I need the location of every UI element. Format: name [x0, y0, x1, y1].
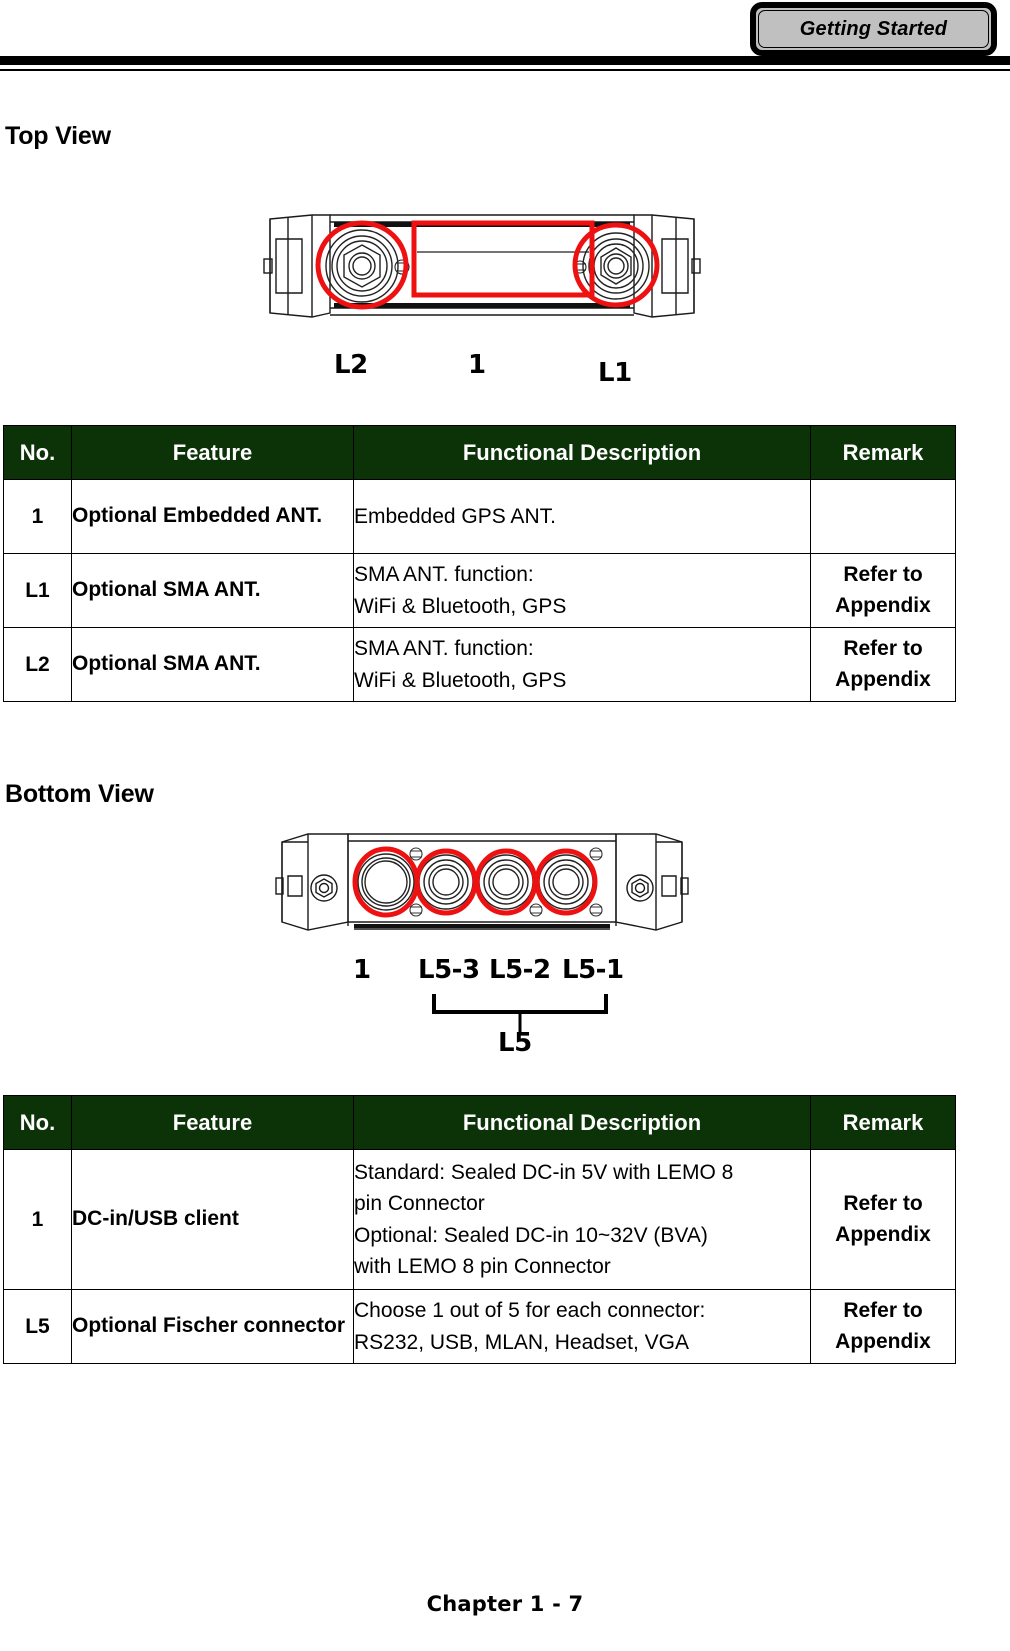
description-line: Standard: Sealed DC-in 5V with LEMO 8 [354, 1160, 734, 1184]
remark-line: Refer to [843, 1299, 923, 1323]
row-feature: Optional SMA ANT. [71, 627, 354, 702]
top-view-device-drawing [263, 214, 701, 318]
description-line: SMA ANT. function: [354, 563, 534, 586]
top-view-heading: Top View [5, 122, 111, 150]
row-no: 1 [3, 479, 72, 554]
bottom-view-callout-l5-2: L5-2 [489, 955, 551, 985]
table-header-row: No. Feature Functional Description Remar… [3, 1095, 956, 1150]
row-no: L2 [3, 627, 72, 702]
bottom-view-callout-l5-1: L5-1 [562, 955, 624, 985]
remark-line: Appendix [835, 1329, 931, 1353]
description-line: Embedded GPS ANT. [354, 504, 556, 528]
bottom-view-heading: Bottom View [5, 780, 154, 808]
column-header-remark: Remark [810, 425, 956, 480]
description-line: Optional: Sealed DC-in 10~32V (BVA) [354, 1223, 708, 1247]
column-header-no: No. [3, 1095, 72, 1150]
row-remark [810, 479, 956, 554]
remark-line: Refer to [843, 563, 923, 587]
row-remark: Refer to Appendix [810, 553, 956, 628]
remark-line: Appendix [835, 593, 931, 617]
row-feature: DC-in/USB client [71, 1149, 354, 1290]
column-header-description: Functional Description [353, 425, 811, 480]
row-remark: Refer to Appendix [810, 1289, 956, 1364]
row-feature: Optional Embedded ANT. [71, 479, 354, 554]
column-header-no: No. [3, 425, 72, 480]
remark-line: Appendix [835, 667, 931, 691]
table-header-row: No. Feature Functional Description Remar… [3, 425, 956, 480]
row-description: Standard: Sealed DC-in 5V with LEMO 8 pi… [353, 1149, 811, 1290]
chapter-tab-label: Getting Started [799, 17, 948, 40]
top-view-callout-l2: L2 [334, 350, 368, 380]
row-no: L1 [3, 553, 72, 628]
chapter-tab: Getting Started [750, 2, 997, 56]
top-view-spec-table: No. Feature Functional Description Remar… [3, 425, 956, 702]
page-footer: Chapter 1 - 7 [426, 1592, 584, 1616]
table-row: L2 Optional SMA ANT. SMA ANT. function: … [3, 627, 956, 702]
row-description: SMA ANT. function: WiFi & Bluetooth, GPS [353, 627, 811, 702]
table-row: 1 Optional Embedded ANT. Embedded GPS AN… [3, 479, 956, 554]
remark-line: Refer to [843, 637, 923, 661]
row-feature: Optional SMA ANT. [71, 553, 354, 628]
bottom-view-callout-l5-3: L5-3 [418, 955, 480, 985]
table-row: L1 Optional SMA ANT. SMA ANT. function: … [3, 553, 956, 628]
bottom-view-device-drawing [275, 833, 689, 931]
top-view-callout-1: 1 [468, 350, 486, 380]
row-remark: Refer to Appendix [810, 1149, 956, 1290]
description-line: RS232, USB, MLAN, Headset, VGA [354, 1330, 689, 1354]
column-header-feature: Feature [71, 1095, 354, 1150]
description-line: Choose 1 out of 5 for each connector: [354, 1299, 706, 1322]
column-header-feature: Feature [71, 425, 354, 480]
top-view-callout-l1: L1 [598, 358, 632, 388]
description-line: SMA ANT. function: [354, 637, 534, 660]
table-row: L5 Optional Fischer connector Choose 1 o… [3, 1289, 956, 1364]
description-line: pin Connector [354, 1192, 485, 1215]
description-line: with LEMO 8 pin Connector [354, 1255, 611, 1278]
description-line: WiFi & Bluetooth, GPS [354, 594, 567, 618]
column-header-remark: Remark [810, 1095, 956, 1150]
bottom-view-bracket-label-l5: L5 [498, 1028, 532, 1058]
row-description: Choose 1 out of 5 for each connector: RS… [353, 1289, 811, 1364]
bottom-view-spec-table: No. Feature Functional Description Remar… [3, 1095, 956, 1364]
bottom-view-callout-1: 1 [353, 955, 371, 985]
header-rule-thin [0, 69, 1010, 71]
row-description: SMA ANT. function: WiFi & Bluetooth, GPS [353, 553, 811, 628]
column-header-description: Functional Description [353, 1095, 811, 1150]
remark-line: Appendix [835, 1222, 931, 1246]
remark-line: Refer to [843, 1192, 923, 1216]
page-header: Getting Started [0, 0, 1010, 80]
table-row: 1 DC-in/USB client Standard: Sealed DC-i… [3, 1149, 956, 1290]
row-no: L5 [3, 1289, 72, 1364]
header-rule-thick [0, 56, 1010, 65]
row-description: Embedded GPS ANT. [353, 479, 811, 554]
row-no: 1 [3, 1149, 72, 1290]
row-feature: Optional Fischer connector [71, 1289, 354, 1364]
row-remark: Refer to Appendix [810, 627, 956, 702]
description-line: WiFi & Bluetooth, GPS [354, 668, 567, 692]
